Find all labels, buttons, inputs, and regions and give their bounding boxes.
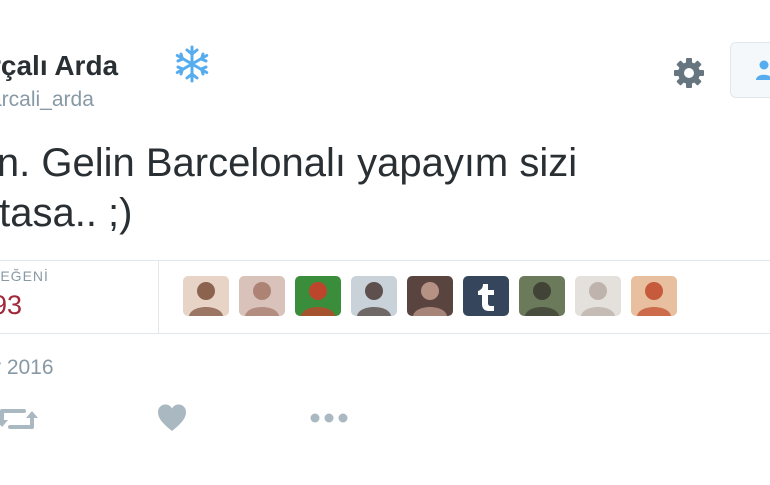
person-silhouette-icon	[245, 282, 279, 316]
liker-avatar-9[interactable]	[631, 276, 677, 316]
heart-icon[interactable]	[156, 402, 188, 434]
tweet-date[interactable]: r 2016	[0, 356, 54, 380]
liker-avatar-5[interactable]	[407, 276, 453, 316]
person-silhouette-icon	[413, 282, 447, 316]
person-silhouette-icon	[357, 282, 391, 316]
liker-avatar-4[interactable]	[351, 276, 397, 316]
stats-vertical-divider	[158, 260, 159, 333]
snowflake-icon	[175, 45, 209, 83]
tweet-text: in. Gelin Barcelonalı yapayım sizi tasa.…	[0, 138, 577, 238]
person-silhouette-icon	[525, 282, 559, 316]
liker-avatar-8[interactable]	[575, 276, 621, 316]
liker-avatar-3[interactable]	[295, 276, 341, 316]
retweet-icon[interactable]	[0, 402, 38, 436]
more-dots-icon[interactable]	[308, 408, 350, 428]
tweet-text-line-1: in. Gelin Barcelonalı yapayım sizi	[0, 141, 578, 185]
stats-top-divider	[0, 260, 770, 261]
display-name[interactable]: rçalı Arda	[0, 50, 118, 82]
liker-avatar-1[interactable]	[183, 276, 229, 316]
tweet-page: rçalı Arda arcali_arda in. Gelin Barcelo…	[0, 0, 770, 485]
follow-user-icon	[756, 60, 770, 80]
liker-avatar-6[interactable]	[463, 276, 509, 316]
tweet-text-line-2: tasa.. ;)	[0, 191, 133, 235]
stats-bottom-divider	[0, 333, 770, 334]
tumblr-icon	[478, 284, 494, 311]
likes-label[interactable]: BEĞENİ	[0, 268, 49, 284]
gear-icon[interactable]	[670, 54, 708, 92]
person-silhouette-icon	[581, 282, 615, 316]
person-silhouette-icon	[189, 282, 223, 316]
follow-button[interactable]	[730, 42, 770, 98]
liker-avatar-7[interactable]	[519, 276, 565, 316]
person-silhouette-icon	[637, 282, 671, 316]
liker-avatar-2[interactable]	[239, 276, 285, 316]
user-handle[interactable]: arcali_arda	[0, 88, 94, 112]
likes-count[interactable]: 93	[0, 290, 22, 321]
person-silhouette-icon	[301, 282, 335, 316]
